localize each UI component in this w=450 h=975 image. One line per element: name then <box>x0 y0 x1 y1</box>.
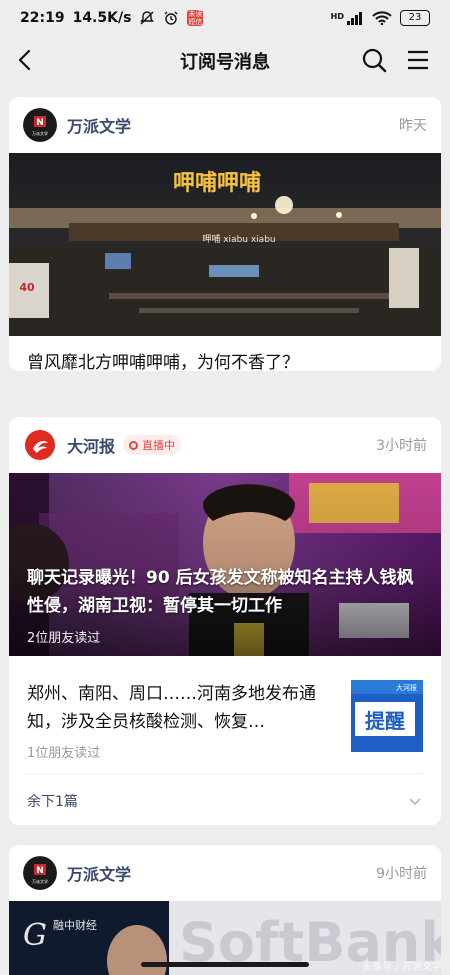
remaining-articles-label[interactable]: 余下1篇 <box>27 791 78 811</box>
avatar[interactable] <box>23 428 57 462</box>
message-card-dahebao[interactable]: 大河报 直播中 3小时前 聊天记录曝光！90 后女孩发文称被知名主持人钱枫性侵，… <box>9 417 441 825</box>
chevron-down-icon[interactable] <box>407 793 423 809</box>
home-indicator[interactable] <box>141 962 309 967</box>
card-header: N 万派文学 万派文学 9小时前 <box>9 845 441 901</box>
message-time: 9小时前 <box>376 866 427 882</box>
svg-text:呷哺 xiabu xiabu: 呷哺 xiabu xiabu <box>202 233 275 245</box>
svg-text:万派文学: 万派文学 <box>32 130 48 136</box>
hero-image[interactable]: 40 呷哺呷哺 呷哺 xiabu xiabu <box>9 153 441 336</box>
nav-bar: 订阅号消息 <box>0 36 450 84</box>
notification-mute-icon <box>140 11 155 25</box>
signal-icon <box>347 12 362 25</box>
live-badge[interactable]: 直播中 <box>123 435 182 455</box>
svg-text:G: G <box>23 918 47 953</box>
search-icon[interactable] <box>360 46 388 74</box>
watermark: 头条号 / 万派文学 <box>362 962 442 973</box>
svg-text:N: N <box>36 866 44 876</box>
wifi-icon <box>372 11 392 25</box>
network-label: HD <box>330 12 344 21</box>
message-time: 昨天 <box>399 118 427 134</box>
article-headline[interactable]: 曾风靡北方呷哺呷哺，为何不香了？ <box>9 336 441 371</box>
sub-article-title[interactable]: 郑州、南阳、周口……河南多地发布通知，涉及全员核酸检测、恢复… <box>27 680 337 736</box>
status-time: 22:19 <box>20 10 65 26</box>
source-name[interactable]: 万派文学 <box>67 113 131 137</box>
sub-article[interactable]: 郑州、南阳、周口……河南多地发布通知，涉及全员核酸检测、恢复… 1位朋友读过 大… <box>9 656 441 761</box>
avatar[interactable]: N 万派文学 <box>23 856 57 890</box>
battery-icon: 23 <box>400 10 430 26</box>
message-time: 3小时前 <box>376 438 427 454</box>
live-indicator-icon <box>129 440 139 450</box>
live-label: 直播中 <box>142 439 176 452</box>
svg-text:大河报: 大河报 <box>396 683 417 692</box>
svg-text:万派文学: 万派文学 <box>32 878 48 884</box>
card-header: N 万派文学 万派文学 昨天 <box>9 97 441 153</box>
avatar[interactable]: N 万派文学 <box>23 108 57 142</box>
svg-text:融中财经: 融中财经 <box>53 918 97 932</box>
svg-text:呷哺呷哺: 呷哺呷哺 <box>173 170 261 196</box>
card-header: 大河报 直播中 3小时前 <box>9 417 441 473</box>
hero-headline[interactable]: 聊天记录曝光！90 后女孩发文称被知名主持人钱枫性侵，湖南卫视：暂停其一切工作 <box>27 564 427 620</box>
source-name[interactable]: 万派文学 <box>67 861 131 885</box>
menu-icon[interactable] <box>404 46 432 74</box>
friends-read-count: 1位朋友读过 <box>27 746 101 761</box>
friends-read-count: 2位朋友读过 <box>27 631 101 646</box>
status-bar: 22:19 14.5K/s 未读 短信 HD 23 <box>0 0 450 36</box>
sms-badge-icon: 未读 短信 <box>187 10 204 26</box>
source-name[interactable]: 大河报 <box>67 433 115 457</box>
svg-text:N: N <box>36 118 44 128</box>
expand-more-row[interactable]: 余下1篇 <box>9 774 441 825</box>
sub-article-thumbnail[interactable]: 大河报 提醒 <box>351 680 423 752</box>
message-card-wanpai[interactable]: N 万派文学 万派文学 昨天 40 呷哺呷哺 呷哺 xiabu xiabu 曾风… <box>9 97 441 371</box>
svg-text:提醒: 提醒 <box>365 709 405 733</box>
alarm-icon <box>164 11 178 25</box>
message-card-wanpai-2[interactable]: N 万派文学 万派文学 9小时前 G 融中财经 SoftBank <box>9 845 441 975</box>
hero-image[interactable]: 聊天记录曝光！90 后女孩发文称被知名主持人钱枫性侵，湖南卫视：暂停其一切工作 … <box>9 473 441 656</box>
status-net-speed: 14.5K/s <box>72 10 132 26</box>
svg-text:40: 40 <box>19 281 35 294</box>
